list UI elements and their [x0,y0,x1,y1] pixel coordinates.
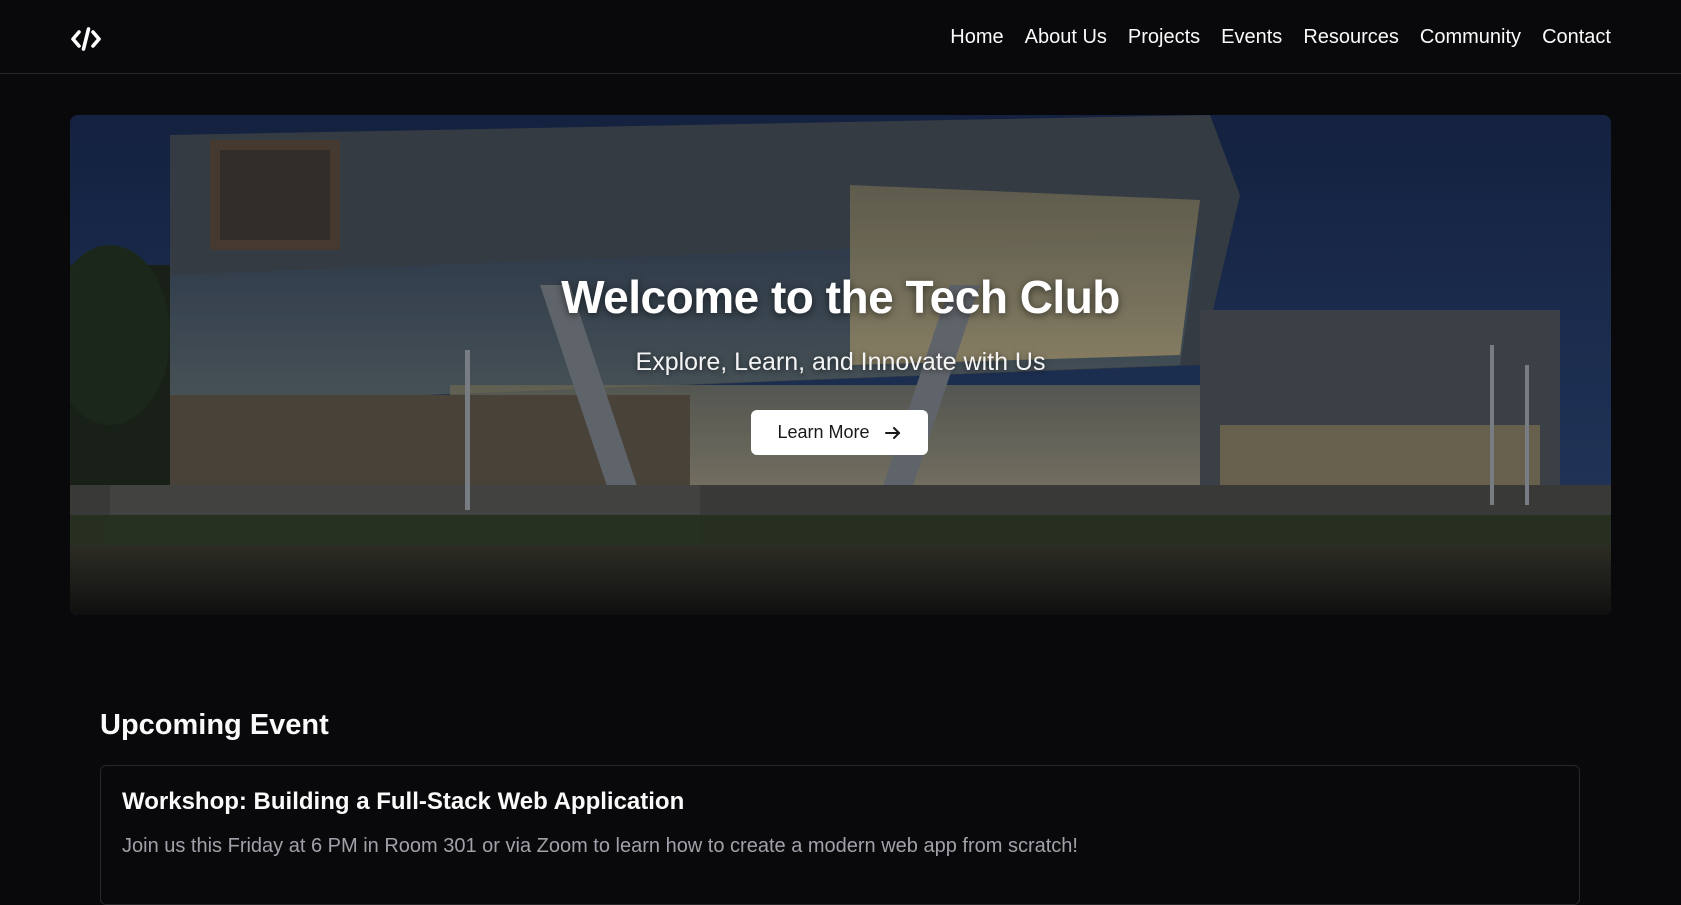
section-heading: Upcoming Event [100,709,329,741]
site-header: Home About Us Projects Events Resources … [0,0,1681,74]
event-title: Workshop: Building a Full-Stack Web Appl… [122,788,685,815]
arrow-right-icon [884,424,902,442]
event-card[interactable]: Workshop: Building a Full-Stack Web Appl… [100,765,1580,905]
hero-content: Welcome to the Tech Club Explore, Learn,… [70,115,1611,615]
nav-link-projects[interactable]: Projects [1128,26,1200,49]
hero-title: Welcome to the Tech Club [561,271,1120,323]
nav-link-home[interactable]: Home [950,26,1003,49]
event-description: Join us this Friday at 6 PM in Room 301 … [122,835,1078,857]
learn-more-button[interactable]: Learn More [751,410,928,455]
hero-subtitle: Explore, Learn, and Innovate with Us [635,348,1046,376]
learn-more-label: Learn More [777,422,870,442]
nav-link-contact[interactable]: Contact [1542,26,1611,49]
nav-link-events[interactable]: Events [1221,26,1282,49]
nav-link-community[interactable]: Community [1420,26,1521,49]
code-brackets-icon[interactable] [70,25,102,53]
nav-link-about-us[interactable]: About Us [1025,26,1107,49]
main-nav: Home About Us Projects Events Resources … [950,0,1611,74]
hero-banner: Welcome to the Tech Club Explore, Learn,… [70,115,1611,615]
nav-link-resources[interactable]: Resources [1303,26,1399,49]
upcoming-event-section: Upcoming Event Workshop: Building a Full… [100,705,1580,905]
